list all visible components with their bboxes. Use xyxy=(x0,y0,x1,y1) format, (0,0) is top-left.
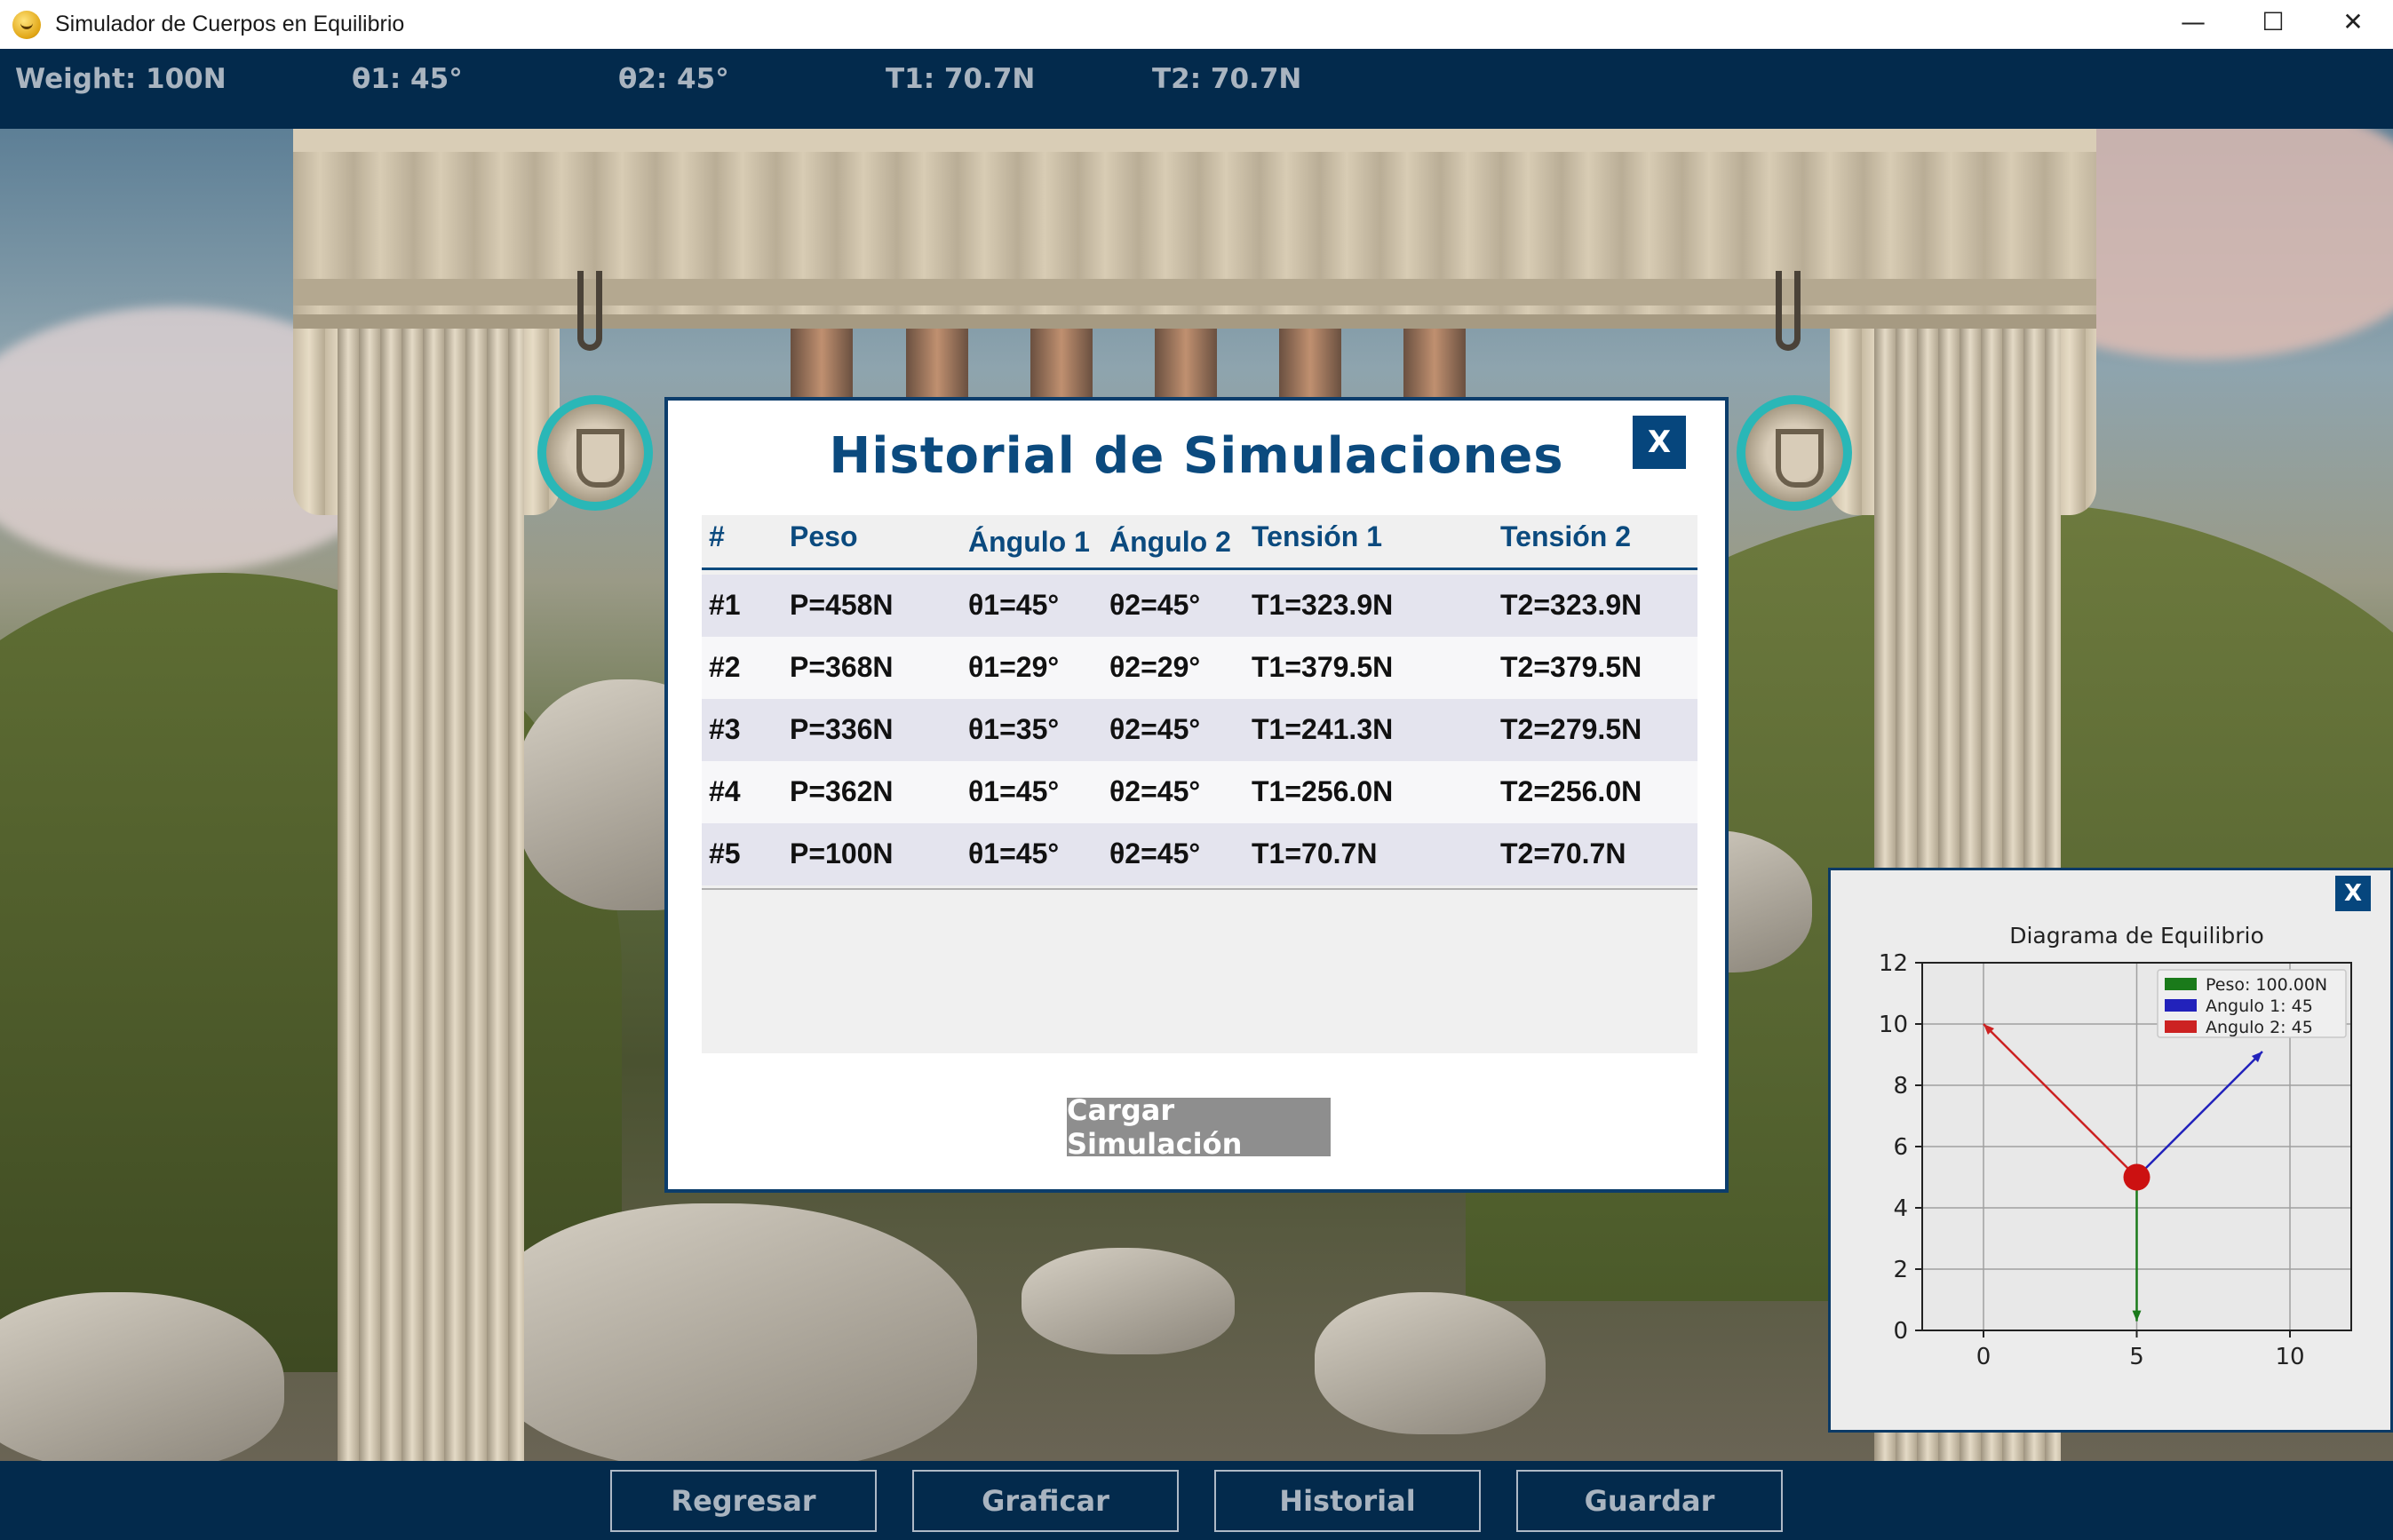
legend-label: Peso: 100.00N xyxy=(2206,975,2327,995)
table-header: # Peso Ángulo 1 Ángulo 2 Tensión 1 Tensi… xyxy=(702,515,1697,570)
save-button[interactable]: Guardar xyxy=(1516,1470,1783,1532)
cell-tension1: T1=241.3N xyxy=(1252,713,1394,745)
close-window-button[interactable]: ✕ xyxy=(2313,0,2393,43)
cell-peso: P=100N xyxy=(790,837,894,869)
temple-entablature xyxy=(293,129,2096,329)
table-row[interactable]: #5 P=100N θ1=45° θ2=45° T1=70.7N T2=70.7… xyxy=(702,823,1697,885)
column-header-peso: Peso xyxy=(790,520,858,552)
close-dialog-button[interactable]: X xyxy=(1633,416,1686,469)
cell-tension1: T1=323.9N xyxy=(1252,589,1394,621)
cell-tension1: T1=70.7N xyxy=(1252,837,1378,869)
table-row[interactable]: #4 P=362N θ1=45° θ2=45° T1=256.0N T2=256… xyxy=(702,761,1697,823)
history-dialog: Historial de Simulaciones X # Peso Ángul… xyxy=(664,397,1729,1193)
cell-tension2: T2=256.0N xyxy=(1500,775,1642,807)
cell-tension2: T2=379.5N xyxy=(1500,651,1642,683)
cell-number: #5 xyxy=(709,837,741,869)
column-header-angulo1: Ángulo 1 xyxy=(968,526,1090,558)
cell-angulo1: θ1=45° xyxy=(968,589,1060,621)
maximize-button[interactable]: ☐ xyxy=(2233,0,2313,43)
theta2-readout: θ2: 45° xyxy=(618,63,729,95)
cell-peso: P=336N xyxy=(790,713,894,745)
equilibrium-node xyxy=(2123,1163,2151,1191)
x-tick-label: 5 xyxy=(2129,1344,2144,1370)
window-title: Simulador de Cuerpos en Equilibrio xyxy=(55,12,405,36)
back-button[interactable]: Regresar xyxy=(610,1470,877,1532)
history-table: # Peso Ángulo 1 Ángulo 2 Tensión 1 Tensi… xyxy=(702,515,1697,1053)
minimize-button[interactable]: — xyxy=(2153,0,2233,43)
cell-angulo2: θ2=29° xyxy=(1109,651,1201,683)
table-row[interactable]: #1 P=458N θ1=45° θ2=45° T1=323.9N T2=323… xyxy=(702,575,1697,637)
equilibrium-chart-panel: Diagrama de Equilibrio 0 5 10 0 2 4 6 8 10 12 Peso:… xyxy=(1828,868,2393,1433)
column-header-tension1: Tensión 1 xyxy=(1252,520,1382,552)
cell-number: #1 xyxy=(709,589,741,621)
cell-number: #3 xyxy=(709,713,741,745)
cell-angulo2: θ2=45° xyxy=(1109,589,1201,621)
cell-peso: P=458N xyxy=(790,589,894,621)
cell-tension2: T2=323.9N xyxy=(1500,589,1642,621)
cell-angulo2: θ2=45° xyxy=(1109,837,1201,869)
cell-angulo2: θ2=45° xyxy=(1109,713,1201,745)
cell-tension1: T1=379.5N xyxy=(1252,651,1394,683)
window-titlebar: Simulador de Cuerpos en Equilibrio — ☐ ✕ xyxy=(0,0,2393,49)
y-tick-label: 2 xyxy=(1893,1257,1908,1283)
plot-button[interactable]: Graficar xyxy=(912,1470,1179,1532)
column-header-number: # xyxy=(709,520,725,552)
cell-peso: P=368N xyxy=(790,651,894,683)
hook-left xyxy=(577,271,602,351)
y-tick-label: 10 xyxy=(1879,1012,1908,1038)
cell-angulo1: θ1=45° xyxy=(968,775,1060,807)
y-tick-label: 6 xyxy=(1893,1134,1908,1161)
equilibrium-chart: Diagrama de Equilibrio 0 5 10 0 2 4 6 8 10 12 Peso:… xyxy=(1879,923,2352,1370)
x-tick-label: 0 xyxy=(1976,1344,1992,1370)
tension2-readout: T2: 70.7N xyxy=(1152,63,1302,95)
cell-tension1: T1=256.0N xyxy=(1252,775,1394,807)
cell-number: #2 xyxy=(709,651,741,683)
history-button[interactable]: Historial xyxy=(1214,1470,1481,1532)
cell-peso: P=362N xyxy=(790,775,894,807)
y-tick-label: 4 xyxy=(1893,1195,1908,1222)
y-tick-label: 12 xyxy=(1879,950,1908,977)
column-header-angulo2: Ángulo 2 xyxy=(1109,526,1231,558)
hook-right xyxy=(1776,271,1801,351)
cell-angulo1: θ1=35° xyxy=(968,713,1060,745)
rock xyxy=(1315,1292,1546,1434)
cell-angulo1: θ1=45° xyxy=(968,837,1060,869)
cell-angulo2: θ2=45° xyxy=(1109,775,1201,807)
theta1-readout: θ1: 45° xyxy=(352,63,463,95)
x-tick-label: 10 xyxy=(2275,1344,2304,1370)
column-left xyxy=(338,329,524,1461)
rock xyxy=(1022,1248,1235,1354)
legend-swatch xyxy=(2165,999,2197,1012)
cell-angulo1: θ1=29° xyxy=(968,651,1060,683)
cell-number: #4 xyxy=(709,775,741,807)
y-tick-label: 0 xyxy=(1893,1318,1908,1345)
legend-label: Angulo 1: 45 xyxy=(2206,996,2313,1016)
weight-readout: Weight: 100N xyxy=(15,63,227,95)
table-row[interactable]: #2 P=368N θ1=29° θ2=29° T1=379.5N T2=379… xyxy=(702,637,1697,699)
pulley-left[interactable] xyxy=(537,395,653,511)
chart-title: Diagrama de Equilibrio xyxy=(2009,923,2264,949)
pulley-right[interactable] xyxy=(1737,395,1852,511)
legend-swatch xyxy=(2165,978,2197,990)
app-icon xyxy=(12,10,41,39)
bottom-toolbar: Regresar Graficar Historial Guardar xyxy=(0,1461,2393,1540)
y-tick-label: 8 xyxy=(1893,1073,1908,1099)
column-header-tension2: Tensión 2 xyxy=(1500,520,1631,552)
rock xyxy=(480,1203,977,1461)
cell-tension2: T2=279.5N xyxy=(1500,713,1642,745)
table-row[interactable]: #3 P=336N θ1=35° θ2=45° T1=241.3N T2=279… xyxy=(702,699,1697,761)
cell-tension2: T2=70.7N xyxy=(1500,837,1626,869)
load-simulation-button[interactable]: Cargar Simulación xyxy=(1067,1093,1331,1161)
close-chart-button[interactable]: X xyxy=(2335,876,2371,911)
history-title: Historial de Simulaciones xyxy=(829,427,1564,485)
status-bar: Weight: 100N θ1: 45° θ2: 45° T1: 70.7N T… xyxy=(0,49,2393,129)
tension1-readout: T1: 70.7N xyxy=(886,63,1036,95)
legend-label: Angulo 2: 45 xyxy=(2206,1018,2313,1037)
table-divider xyxy=(702,888,1697,890)
legend-swatch xyxy=(2165,1020,2197,1033)
